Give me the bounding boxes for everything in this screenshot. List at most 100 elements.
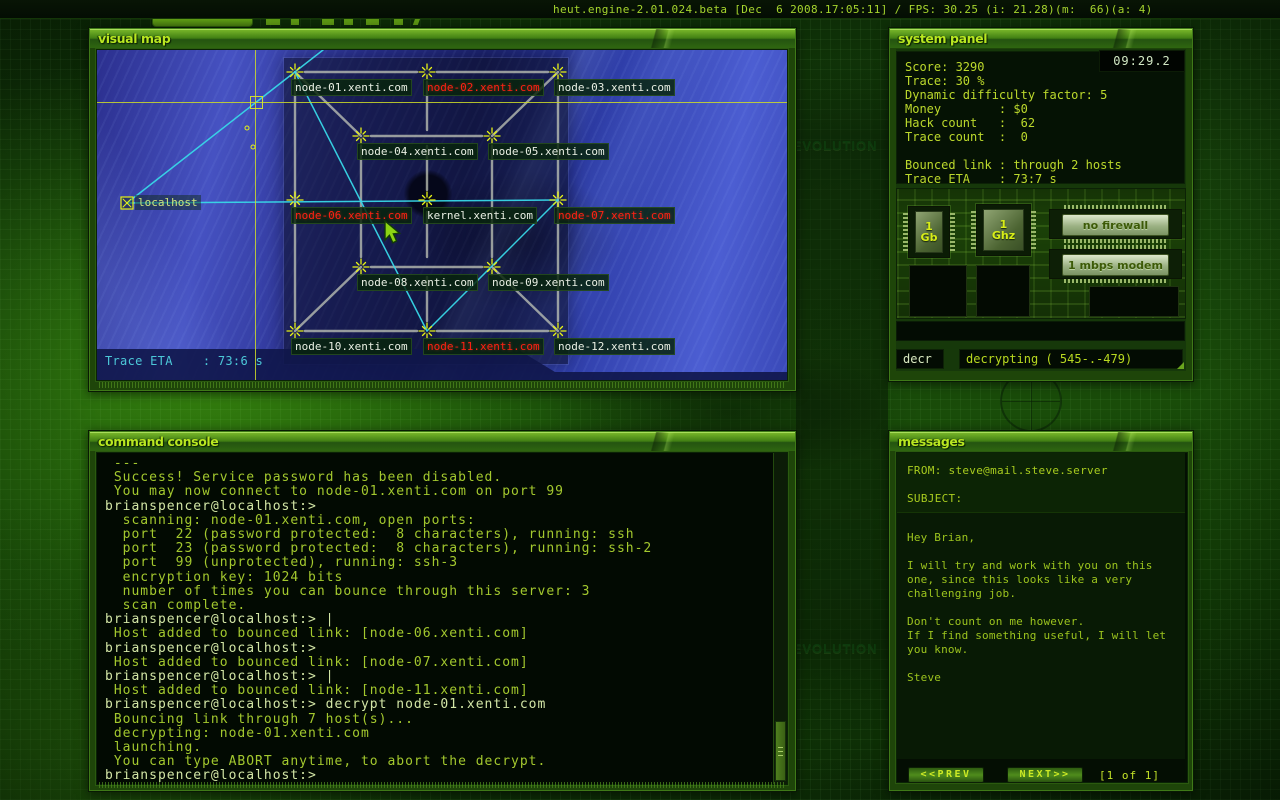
console-output-line: You may now connect to node-01.xenti.com… xyxy=(105,485,767,499)
map-node-label[interactable]: node-05.xenti.com xyxy=(488,143,609,160)
system-stat-line: Hack count : 62 xyxy=(905,116,1184,130)
game-clock: 09:29.2 xyxy=(1099,50,1185,72)
console-prompt-line: brianspencer@localhost:> | xyxy=(105,613,767,627)
system-stat-line xyxy=(905,144,1184,158)
panel-grille-decoration xyxy=(99,782,786,788)
map-localhost-label[interactable]: localhost xyxy=(135,195,201,210)
decrypt-status-readout: decrypting ( 545-.-479) xyxy=(959,349,1183,369)
prev-message-button[interactable]: <<PREV xyxy=(908,767,984,783)
map-node-label[interactable]: node-07.xenti.com xyxy=(554,207,675,224)
visual-map-header: visual map xyxy=(90,29,795,48)
message-body-line: challenging job. xyxy=(907,587,1185,601)
console-prompt-line: brianspencer@localhost:> decrypt node-01… xyxy=(105,698,767,712)
modem-badge: 1 mbps modem xyxy=(1049,249,1182,279)
message-body-line: Don't count on me however. xyxy=(907,615,1185,629)
visual-map-viewport[interactable]: Trace ETA : 73:6 s node-01.xenti.comnode… xyxy=(96,49,788,381)
console-output-line: port 99 (unprotected), running: ssh-3 xyxy=(105,556,767,570)
message-nav-row: <<PREV NEXT>> [1 of 1] xyxy=(897,759,1185,782)
console-output-line: Success! Service password has been disab… xyxy=(105,471,767,485)
console-output-line: --- xyxy=(105,457,767,471)
engine-status-text: heut.engine-2.01.024.beta [Dec 6 2008.17… xyxy=(553,3,1153,16)
map-node-label[interactable]: node-08.xenti.com xyxy=(357,274,478,291)
system-stat-line: Trace: 30 % xyxy=(905,74,1184,88)
command-console-body[interactable]: --- Success! Service password has been d… xyxy=(96,452,788,785)
message-subject-line: SUBJECT: xyxy=(907,492,1185,505)
console-output-line: port 22 (password protected: 8 character… xyxy=(105,528,767,542)
map-node-label[interactable]: node-04.xenti.com xyxy=(357,143,478,160)
map-node-label[interactable]: node-02.xenti.com xyxy=(423,79,544,96)
message-body-line: If I find something useful, I will let xyxy=(907,629,1185,643)
console-prompt-line: brianspencer@localhost:> xyxy=(105,642,767,656)
firewall-badge: no firewall xyxy=(1049,209,1182,239)
message-body-line: one, since this looks like a very xyxy=(907,573,1185,587)
console-output-line: scanning: node-01.xenti.com, open ports: xyxy=(105,514,767,528)
messages-panel: messages FROM: steve@mail.steve.server S… xyxy=(888,430,1194,792)
cpu-chip-icon: 1Ghz xyxy=(976,204,1031,256)
map-node-label[interactable]: node-10.xenti.com xyxy=(291,338,412,355)
console-output-line: number of times you can bounce through t… xyxy=(105,585,767,599)
cpu-chip-label: 1Ghz xyxy=(983,209,1024,251)
visual-map-panel: visual map Trace ETA : 73:6 s node-01.xe… xyxy=(88,27,797,392)
system-panel-header: system panel xyxy=(890,29,1192,48)
message-body-line: Steve xyxy=(907,671,1185,685)
console-output-line: Host added to bounced link: [node-07.xen… xyxy=(105,656,767,670)
message-from-line: FROM: steve@mail.steve.server xyxy=(907,464,1185,477)
console-scrollbar-thumb[interactable] xyxy=(775,721,786,781)
console-lines[interactable]: --- Success! Service password has been d… xyxy=(97,453,787,784)
system-stat-line: Trace ETA : 73:7 s xyxy=(905,172,1184,186)
system-status-bar xyxy=(896,321,1185,341)
console-output-line: Host added to bounced link: [node-06.xen… xyxy=(105,627,767,641)
message-body-line xyxy=(907,545,1185,559)
message-body-line: you know. xyxy=(907,643,1185,657)
firewall-badge-label: no firewall xyxy=(1062,214,1169,236)
map-node-label[interactable]: node-09.xenti.com xyxy=(488,274,609,291)
console-output-line: Bouncing link through 7 host(s)... xyxy=(105,713,767,727)
empty-hardware-slot xyxy=(976,265,1030,317)
system-panel: system panel Score: 3290Trace: 30 %Dynam… xyxy=(888,27,1194,382)
console-output-line: scan complete. xyxy=(105,599,767,613)
message-body-line: Hey Brian, xyxy=(907,531,1185,545)
message-body: Hey Brian, I will try and work with you … xyxy=(897,513,1185,759)
system-stat-line: Dynamic difficulty factor: 5 xyxy=(905,88,1184,102)
console-scrollbar-track[interactable] xyxy=(773,453,787,784)
map-node-label[interactable]: node-01.xenti.com xyxy=(291,79,412,96)
console-output-line: decrypting: node-01.xenti.com xyxy=(105,727,767,741)
empty-hardware-slot xyxy=(1089,286,1179,317)
system-stat-line: Trace count : 0 xyxy=(905,130,1184,144)
message-meta-block: FROM: steve@mail.steve.server SUBJECT: xyxy=(897,453,1185,513)
decrypt-tool-tab[interactable]: decr xyxy=(896,349,944,369)
memory-chip-icon: 1Gb xyxy=(908,206,950,258)
scrollbar-grip-icon xyxy=(778,745,783,756)
system-stat-line: Bounced link : through 2 hosts xyxy=(905,158,1184,172)
empty-hardware-slot xyxy=(909,265,967,317)
mouse-cursor-icon xyxy=(381,220,401,244)
console-output-line: You can type ABORT anytime, to abort the… xyxy=(105,755,767,769)
message-body-line xyxy=(907,601,1185,615)
message-body-line: I will try and work with you on this xyxy=(907,559,1185,573)
messages-header: messages xyxy=(890,432,1192,451)
crosshair-box xyxy=(250,96,263,109)
map-node-label[interactable]: node-12.xenti.com xyxy=(554,338,675,355)
modem-badge-label: 1 mbps modem xyxy=(1062,254,1169,276)
console-output-line: encryption key: 1024 bits xyxy=(105,571,767,585)
map-node-label[interactable]: kernel.xenti.com xyxy=(423,207,537,224)
message-pager: [1 of 1] xyxy=(1099,769,1160,782)
engine-status-bar: heut.engine-2.01.024.beta [Dec 6 2008.17… xyxy=(0,0,1280,19)
panel-grille-decoration xyxy=(99,382,786,388)
system-panel-body: Score: 3290Trace: 30 %Dynamic difficulty… xyxy=(896,49,1186,371)
map-node-label[interactable]: node-11.xenti.com xyxy=(423,338,544,355)
messages-body: FROM: steve@mail.steve.server SUBJECT: H… xyxy=(896,452,1188,783)
console-prompt-line: brianspencer@localhost:> | xyxy=(105,670,767,684)
console-output-line: Host added to bounced link: [node-11.xen… xyxy=(105,684,767,698)
console-prompt-line: brianspencer@localhost:> xyxy=(105,500,767,514)
game-screen: TION|EVOLUTION TION|EVOLUTION heut.engin… xyxy=(0,0,1280,800)
command-console-title: command console xyxy=(90,432,795,451)
console-output-line: port 23 (password protected: 8 character… xyxy=(105,542,767,556)
next-message-button[interactable]: NEXT>> xyxy=(1007,767,1083,783)
map-node-label[interactable]: node-03.xenti.com xyxy=(554,79,675,96)
visual-map-title: visual map xyxy=(90,29,795,48)
command-console-panel: command console --- Success! Service pas… xyxy=(88,430,797,792)
system-panel-title: system panel xyxy=(890,29,1192,48)
resize-handle[interactable] xyxy=(1177,362,1184,369)
messages-title: messages xyxy=(890,432,1192,451)
